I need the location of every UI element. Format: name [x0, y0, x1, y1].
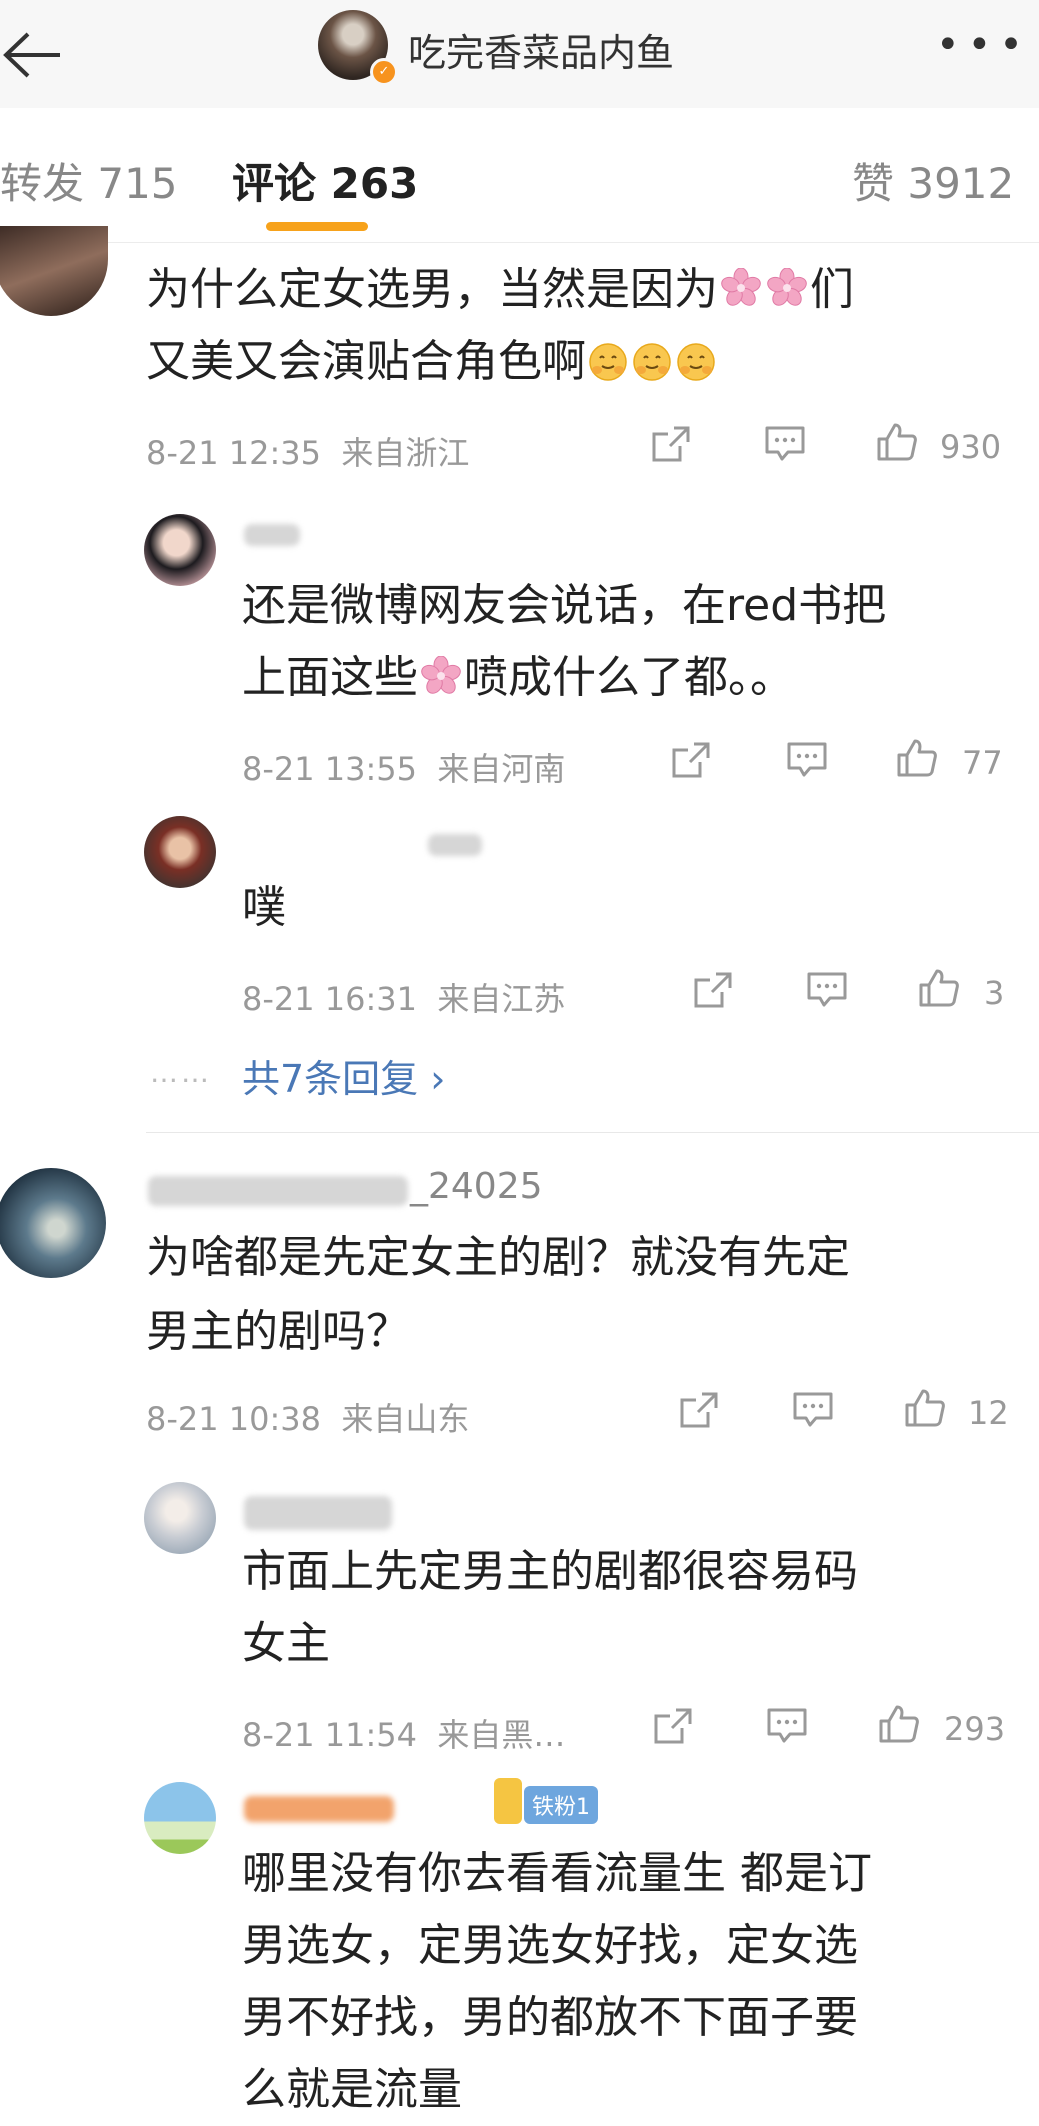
share-icon[interactable]: [650, 424, 692, 464]
reply-text: 男选女，定男选女好找，定女选: [242, 1920, 858, 1971]
avatar[interactable]: [144, 1782, 216, 1854]
hugging-face-emoji-icon: [676, 342, 716, 382]
back-arrow-icon[interactable]: [0, 20, 70, 90]
thumbs-up-icon[interactable]: [918, 968, 960, 1008]
comment-icon[interactable]: [792, 1390, 834, 1430]
reply-text: 哪里没有你去看看流量生 都是订: [242, 1848, 872, 1899]
thumbs-up-icon[interactable]: [896, 738, 938, 778]
comment-icon[interactable]: [806, 970, 848, 1010]
share-icon[interactable]: [670, 740, 712, 780]
reply-text: 还是微博网友会说话，在red书把: [242, 580, 887, 631]
active-tab-indicator: [266, 222, 368, 231]
tab-likes[interactable]: 赞 3912: [852, 150, 1014, 211]
username-blurred: [244, 1496, 392, 1530]
more-icon[interactable]: •••: [936, 22, 1031, 68]
comment-icon[interactable]: [766, 1706, 808, 1746]
username-blurred: [244, 1796, 394, 1822]
like-count: 930: [940, 428, 1002, 466]
comment-text: 又美又会演贴合角色啊: [146, 326, 718, 398]
comment-meta: 8-21 16:31 来自江苏: [242, 980, 566, 1018]
reply-text: 市面上先定男主的剧都很容易码: [242, 1546, 858, 1597]
reply-text: 么就是流量: [242, 2064, 462, 2115]
comment-text: 男主的剧吗？: [146, 1306, 410, 1357]
hugging-face-emoji-icon: [632, 342, 672, 382]
cherry-blossom-icon: [421, 656, 461, 696]
avatar[interactable]: [0, 1168, 106, 1278]
share-icon[interactable]: [692, 970, 734, 1010]
cherry-blossom-icon: [721, 268, 761, 308]
comment-text: 为什么定女选男，当然是因为们: [146, 264, 854, 315]
thumbs-up-icon[interactable]: [876, 422, 918, 462]
fan-badge: 铁粉1: [524, 1786, 598, 1824]
username-blurred: [148, 1176, 408, 1206]
reply-text: 女主: [242, 1618, 330, 1669]
comment-meta: 8-21 13:55 来自河南: [242, 750, 566, 788]
verified-badge-icon: ✓: [370, 58, 398, 86]
more-replies-link[interactable]: 共7条回复 ›: [242, 1048, 445, 1103]
more-replies-dots: ……: [150, 1056, 212, 1089]
username-suffix: _24025: [410, 1166, 543, 1207]
share-icon[interactable]: [678, 1390, 720, 1430]
like-count: 77: [962, 744, 1003, 782]
comment-meta: 8-21 11:54 来自黑…: [242, 1716, 566, 1754]
comment-text: 为啥都是先定女主的剧？就没有先定: [146, 1232, 850, 1283]
avatar[interactable]: [144, 1482, 216, 1554]
share-icon[interactable]: [652, 1706, 694, 1746]
thumbs-up-icon[interactable]: [904, 1388, 946, 1428]
avatar[interactable]: [0, 226, 108, 316]
like-count: 3: [984, 974, 1005, 1012]
reply-text: 上面这些 喷成什么了都。。: [242, 652, 794, 703]
reply-text: 噗: [242, 882, 286, 933]
like-count: 293: [944, 1710, 1006, 1748]
page-title: 吃完香菜品内鱼: [408, 31, 675, 75]
username-blurred: [428, 834, 482, 856]
tab-reposts[interactable]: 转发 715: [0, 150, 178, 211]
thumbs-up-icon[interactable]: [878, 1704, 920, 1744]
hugging-face-emoji-icon: [588, 342, 628, 382]
cherry-blossom-icon: [767, 268, 807, 308]
like-count: 12: [968, 1394, 1009, 1432]
username-blurred: [244, 524, 300, 546]
comment-meta: 8-21 12:35 来自浙江: [146, 434, 470, 472]
avatar[interactable]: [144, 514, 216, 586]
tab-comments[interactable]: 评论 263: [232, 150, 418, 211]
comment-meta: 8-21 10:38 来自山东: [146, 1400, 470, 1438]
fan-icon: [494, 1778, 522, 1824]
avatar[interactable]: [144, 816, 216, 888]
divider: [146, 1132, 1039, 1133]
comment-icon[interactable]: [786, 740, 828, 780]
comment-icon[interactable]: [764, 424, 806, 464]
reply-text: 男不好找，男的都放不下面子要: [242, 1992, 858, 2043]
